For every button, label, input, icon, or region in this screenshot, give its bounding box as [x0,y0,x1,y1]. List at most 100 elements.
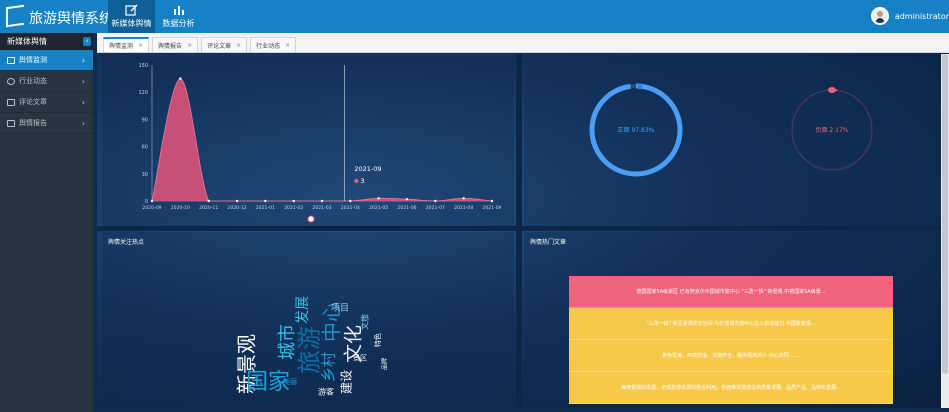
ring-cap [637,84,643,90]
tab-report[interactable]: 舆情报告 × [152,37,199,52]
article-list: 德国国家5A级景区 已有阿克尔中国城市建中心 "三改一拆" 新景观 中德国家5A… [569,276,893,404]
topnav-label: 数据分析 [162,19,195,28]
sidebar-item-comments[interactable]: 评论文章 › [0,92,93,113]
user-name: administrator [894,11,949,21]
tab-label: 舆情报告 [158,42,183,50]
data-point [320,199,324,203]
article-item[interactable]: 德国国家5A级景区 已有阿克尔中国城市建中心 "三改一拆" 新景观 中德国家5A… [569,276,893,308]
close-icon[interactable]: × [187,42,192,49]
sidebar-item-report[interactable]: 舆情报告 › [0,113,93,134]
slice-label: 正面 97.83% [618,127,655,134]
x-tick-label: 2021-09 [482,205,501,211]
data-point [462,197,465,200]
data-point [179,77,182,80]
globe-icon [7,77,15,85]
x-tick-label: 2021-03 [312,205,331,211]
word-cloud-word: 发展 [295,296,311,324]
word-cloud-word: 建设 [339,369,354,395]
data-point [150,199,154,203]
app-title: 旅游舆情系统 [29,11,113,27]
y-tick-label: 120 [138,90,148,96]
close-icon[interactable]: × [138,42,143,49]
tab-label: 舆情监测 [109,43,134,50]
article-item[interactable]: "三改一拆" 新区景观优化空间 为打造城市建中心注入新动能力 中国新景观... [569,308,893,340]
tooltip-label: 2021-09 [354,165,381,173]
tooltip-marker [354,179,359,183]
report-icon [7,119,15,127]
comment-icon [7,98,15,106]
word-cloud-word: 特色 [374,333,382,347]
y-tick-label: 150 [138,63,148,69]
sidebar-item-label: 舆情监测 [19,56,47,64]
sidebar-header: 新媒体舆情 ‹ [0,33,93,50]
series-area [152,78,492,201]
trend-panel: 0 30 60 90 120 150 2020-09 2020-10 2020-11 2020-1… [102,56,514,226]
word-cloud-word: 文旅 [360,314,370,330]
data-point [434,199,437,203]
tab-industry[interactable]: 行业动态 × [250,37,297,52]
topnav-new-media[interactable]: 新媒体舆情 [108,0,155,33]
data-point [405,197,409,201]
x-tick-label: 2020-12 [227,205,246,211]
close-icon[interactable]: × [285,42,290,49]
slice-label: 负面 2.17% [816,126,849,134]
sidebar: 新媒体舆情 ‹ 舆情监测 › 行业动态 › 评论文章 › 舆情报告 › [0,33,93,412]
x-tick-label: 2020-09 [142,205,161,211]
hotspot-panel: 舆情关注热点 新景观 国家 城市 旅游 中心 文化 乡村 建设 文旅 景区 发展 特色 项目 品牌 美丽 游客 [102,232,514,408]
bar-chart-icon [173,6,184,15]
collapse-icon[interactable]: ‹ [83,37,91,46]
sidebar-item-monitor[interactable]: 舆情监测 › [0,50,93,71]
word-cloud-word: 游客 [318,387,334,397]
scrollbar[interactable] [941,54,949,408]
pager-dot [307,215,315,223]
topnav-label: 新媒体舆情 [111,19,152,28]
y-tick-label: 30 [142,172,148,178]
edit-icon [124,4,138,16]
x-tick-label: 2021-07 [426,205,445,211]
article-item[interactable]: 美丽景观的发展，全域旅游资源的整合利用，全面推进旅游业高质量发展、品质产品、品牌… [569,372,893,404]
x-tick-label: 2021-04 [341,205,360,211]
y-tick-label: 90 [142,117,148,123]
trend-chart[interactable]: 0 30 60 90 120 150 2020-09 2020-10 2020-11 2020-1… [102,56,514,226]
articles-panel: 舆情热门文章 德国国家5A级景区 已有阿克尔中国城市建中心 "三改一拆" 新景观… [524,232,936,408]
ring-cap [828,87,836,93]
topnav-data-analysis[interactable]: 数据分析 [155,0,202,33]
x-tick-label: 2021-08 [454,205,473,211]
divider [516,54,522,408]
article-item[interactable]: 景色优美、环境舒适、设施齐全、服务周到的小 中心共同 ...... [569,340,893,372]
data-point [349,199,352,203]
data-point [490,199,494,203]
sidebar-item-label: 评论文章 [19,98,47,106]
data-point [292,199,295,203]
sentiment-chart[interactable]: 正面 97.83% 负面 2.17% [524,56,936,226]
word-cloud-word: 乡村 [319,351,338,383]
x-tick-label: 2021-06 [397,205,416,211]
x-tick-label: 2020-11 [199,205,218,211]
word-cloud-word: 品牌 [381,357,389,371]
scrollbar-thumb[interactable] [942,54,948,374]
sentiment-panel: 正面 97.83% 负面 2.17% [524,56,936,226]
monitor-icon [7,56,15,64]
close-icon[interactable]: × [236,42,241,49]
logo-icon [6,4,24,28]
data-point [207,199,210,203]
tooltip-value: 3 [360,177,364,185]
data-point [235,199,239,203]
chevron-right-icon: › [81,77,85,86]
sidebar-header-label: 新媒体舆情 [7,37,47,46]
sidebar-item-industry[interactable]: 行业动态 › [0,71,93,92]
panel-title: 舆情热门文章 [530,239,567,246]
top-nav: 新媒体舆情 数据分析 [108,0,202,33]
word-cloud: 新景观 国家 城市 旅游 中心 文化 乡村 建设 文旅 景区 发展 特色 项目 品牌 美丽 游客 [102,232,514,408]
tab-monitor[interactable]: 舆情监测 × [103,37,150,52]
user-menu[interactable]: administrator [870,7,949,25]
data-point [377,197,380,200]
top-bar: 旅游舆情系统 新媒体舆情 数据分析 administrator [0,0,949,33]
chevron-right-icon: › [81,56,85,65]
tab-comments[interactable]: 评论文章 × [201,37,248,52]
x-tick-label: 2020-10 [171,205,190,211]
tab-label: 行业动态 [256,42,281,50]
avatar[interactable] [870,7,889,25]
word-cloud-word: 项目 [330,303,350,314]
data-point [264,199,267,203]
